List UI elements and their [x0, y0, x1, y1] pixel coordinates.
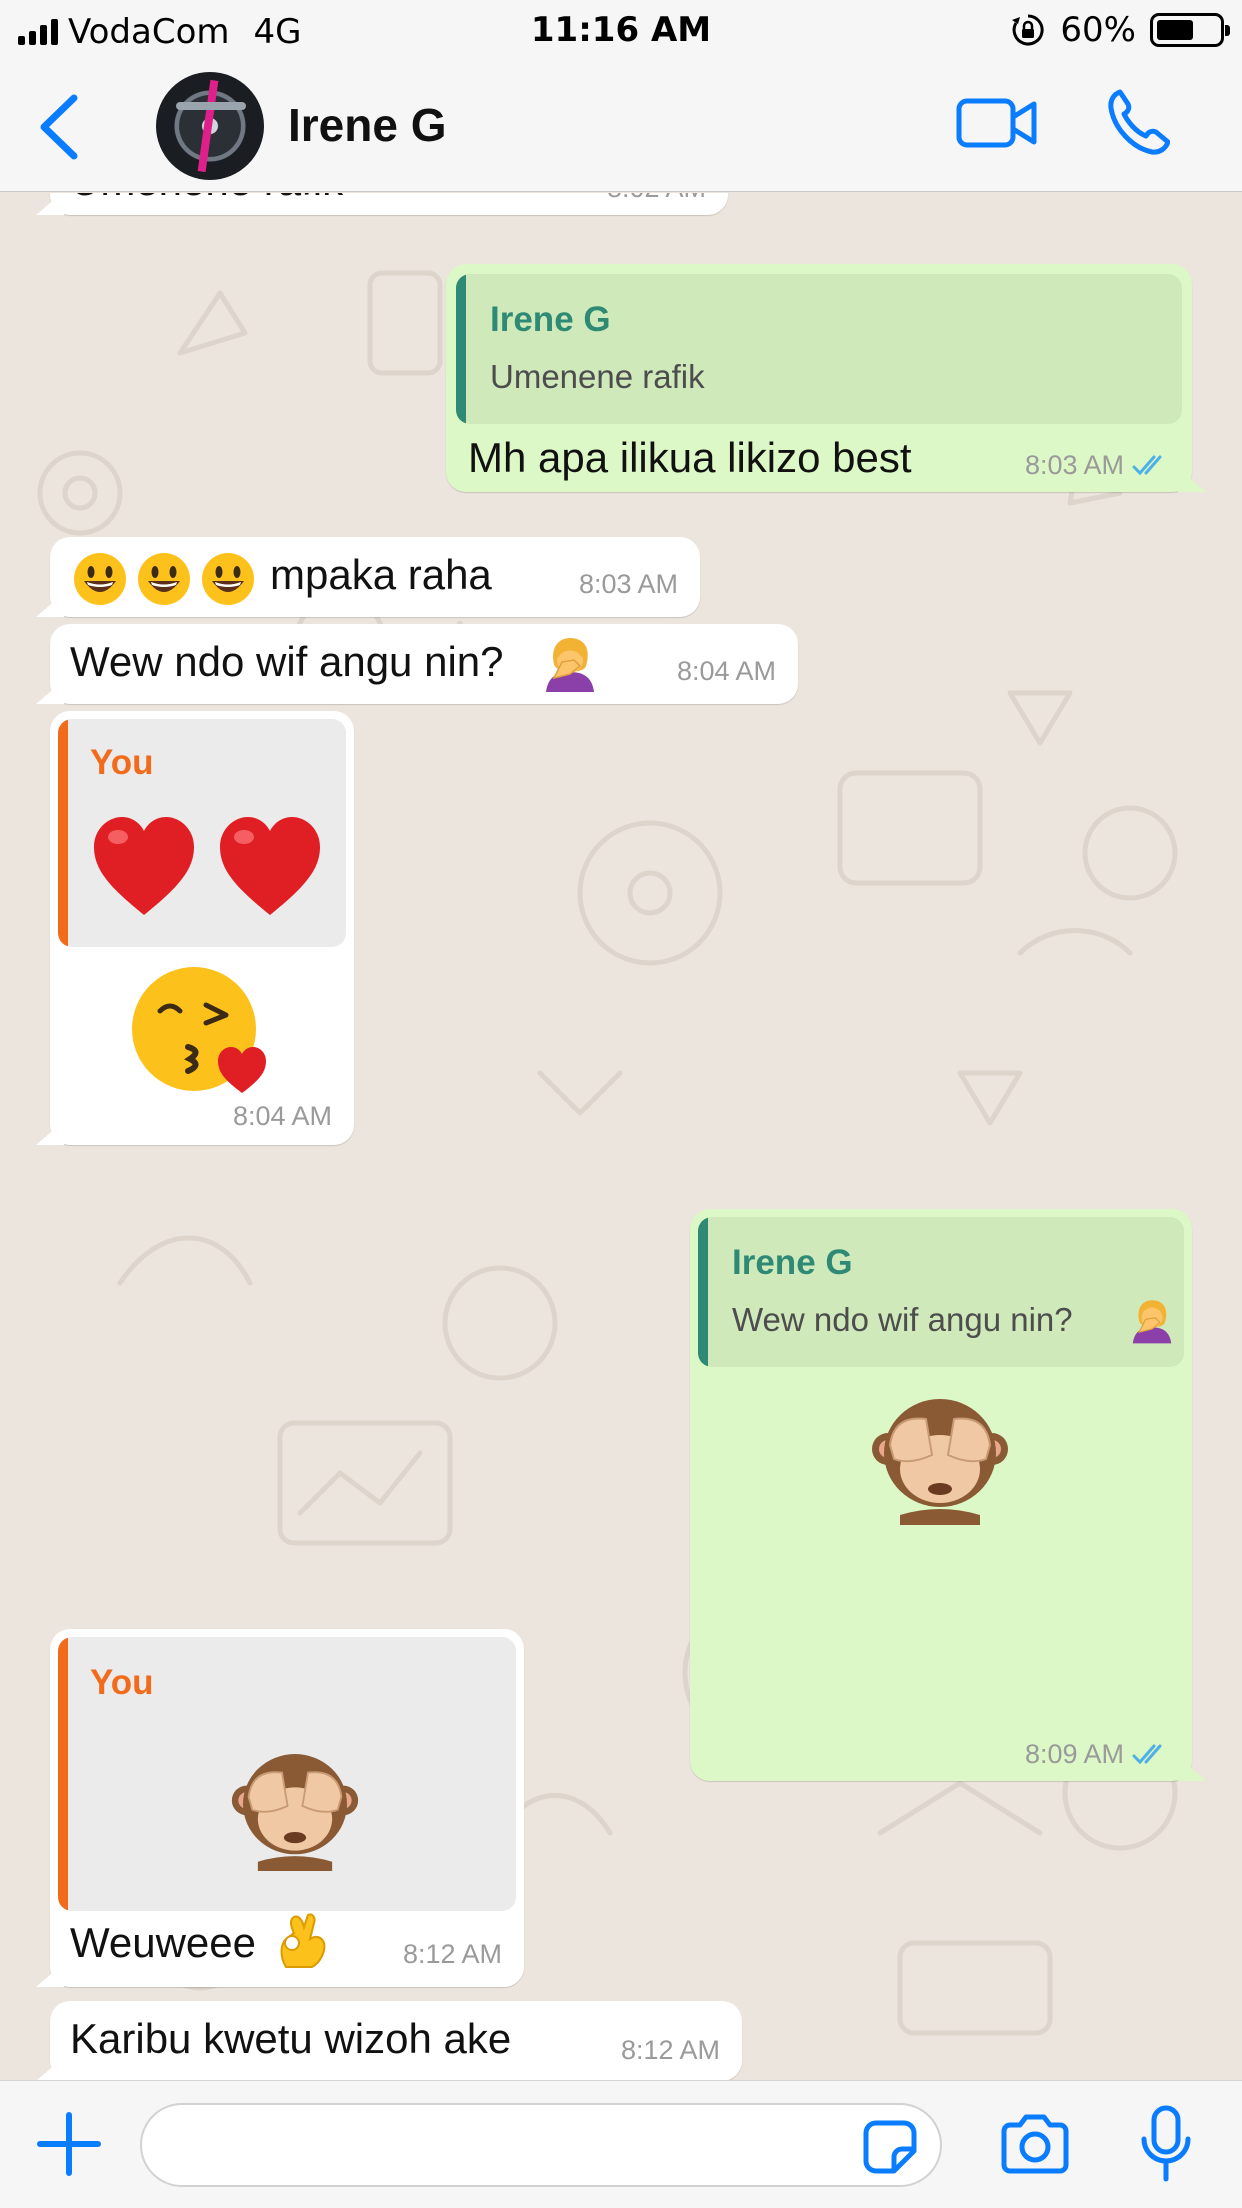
message-bubble-incoming[interactable]: Wew ndo wif angu nin? 8:04 AM [50, 624, 798, 704]
quote-bar [456, 274, 466, 424]
message-time: 8:04 AM [676, 656, 776, 686]
grinning-face-emoji-row [74, 553, 254, 605]
quote-bar [58, 1637, 68, 1911]
grinning-face-icon [74, 553, 126, 605]
message-input[interactable] [140, 2103, 942, 2187]
quote-author: Irene G [490, 300, 611, 339]
message-meta: 8:09 AM [1025, 1739, 1172, 1770]
see-no-evil-monkey-icon [872, 1399, 1008, 1525]
message-text: Wew ndo wif angu nin? [70, 638, 504, 685]
quoted-message[interactable]: You [58, 1637, 516, 1911]
message-text: Weuweee [70, 1919, 257, 1966]
message-time: 8:03 AM [578, 569, 678, 599]
message-bubble-incoming[interactable]: You 8:04 AM [50, 711, 354, 1145]
read-receipt-icon [1132, 455, 1162, 475]
battery-percent: 60% [1060, 10, 1136, 50]
read-receipt-icon [1132, 1744, 1162, 1764]
message-time: 8:12 AM [402, 1939, 502, 1969]
see-no-evil-monkey-icon [231, 1754, 359, 1871]
battery-icon [1150, 13, 1230, 47]
quote-bar [698, 1217, 708, 1367]
message-time: 8:04 AM [232, 1101, 332, 1131]
phone-icon[interactable] [1106, 88, 1170, 156]
compose-bar [0, 2080, 1242, 2208]
message-time: 8:03 AM [1024, 450, 1124, 480]
message-meta: 8:03 AM [1025, 450, 1172, 481]
quoted-message[interactable]: Irene G Wew ndo wif angu nin? [698, 1217, 1184, 1367]
message-bubble-incoming[interactable]: You Weuweee 8:12 AM [50, 1629, 524, 1987]
message-text: Umenene rafik [70, 193, 343, 205]
video-call-icon[interactable] [956, 92, 1038, 154]
microphone-icon[interactable] [1138, 2105, 1194, 2183]
message-bubble-incoming[interactable]: Umenene rafik 8:02 AM [50, 193, 728, 215]
sticker-icon[interactable] [862, 2119, 918, 2175]
quoted-message[interactable]: You [58, 719, 346, 947]
message-text: mpaka raha [270, 551, 492, 598]
chat-header: Irene G [0, 62, 1242, 192]
status-bar: VodaCom 4G 11:16 AM 60% [0, 0, 1242, 62]
message-time: 8:12 AM [620, 2035, 720, 2065]
plus-icon[interactable] [36, 2111, 102, 2177]
red-heart-icon [94, 817, 194, 915]
message-time: 8:09 AM [1024, 1739, 1124, 1769]
message-time: 8:02 AM [607, 193, 706, 204]
status-right: 60% [1010, 10, 1230, 50]
contact-name[interactable]: Irene G [288, 98, 447, 152]
quote-author: You [90, 1663, 154, 1702]
message-text: Karibu kwetu wizoh ake [70, 2015, 512, 2062]
message-bubble-outgoing[interactable]: Irene G Wew ndo wif angu nin? 8:09 AM [690, 1209, 1192, 1781]
message-text: Mh apa ilikua likizo best [468, 434, 912, 481]
message-bubble-outgoing[interactable]: Irene G Umenene rafik Mh apa ilikua liki… [446, 264, 1192, 492]
message-list[interactable]: Umenene rafik 8:02 AM Irene G Umenene ra… [0, 193, 1242, 2080]
face-blowing-kiss-icon [132, 967, 266, 1093]
camera-icon[interactable] [1000, 2113, 1070, 2175]
woman-facepalming-icon [546, 638, 594, 692]
message-bubble-incoming[interactable]: mpaka raha 8:03 AM [50, 537, 700, 617]
ok-hand-icon [280, 1913, 326, 1968]
battery-fill [1157, 20, 1193, 40]
quote-author: You [90, 743, 154, 782]
quote-text: Wew ndo wif angu nin? [732, 1301, 1073, 1338]
quote-author: Irene G [732, 1243, 853, 1282]
quote-bar [58, 719, 68, 947]
rotation-lock-icon [1012, 14, 1045, 46]
message-bubble-incoming[interactable]: Karibu kwetu wizoh ake 8:12 AM [50, 2001, 742, 2080]
avatar[interactable] [156, 72, 264, 180]
woman-facepalming-icon [1132, 1300, 1172, 1344]
quote-text: Umenene rafik [490, 358, 705, 395]
back-chevron-icon[interactable] [30, 92, 90, 162]
red-heart-emoji-row [94, 817, 320, 915]
quoted-message[interactable]: Irene G Umenene rafik [456, 274, 1182, 424]
